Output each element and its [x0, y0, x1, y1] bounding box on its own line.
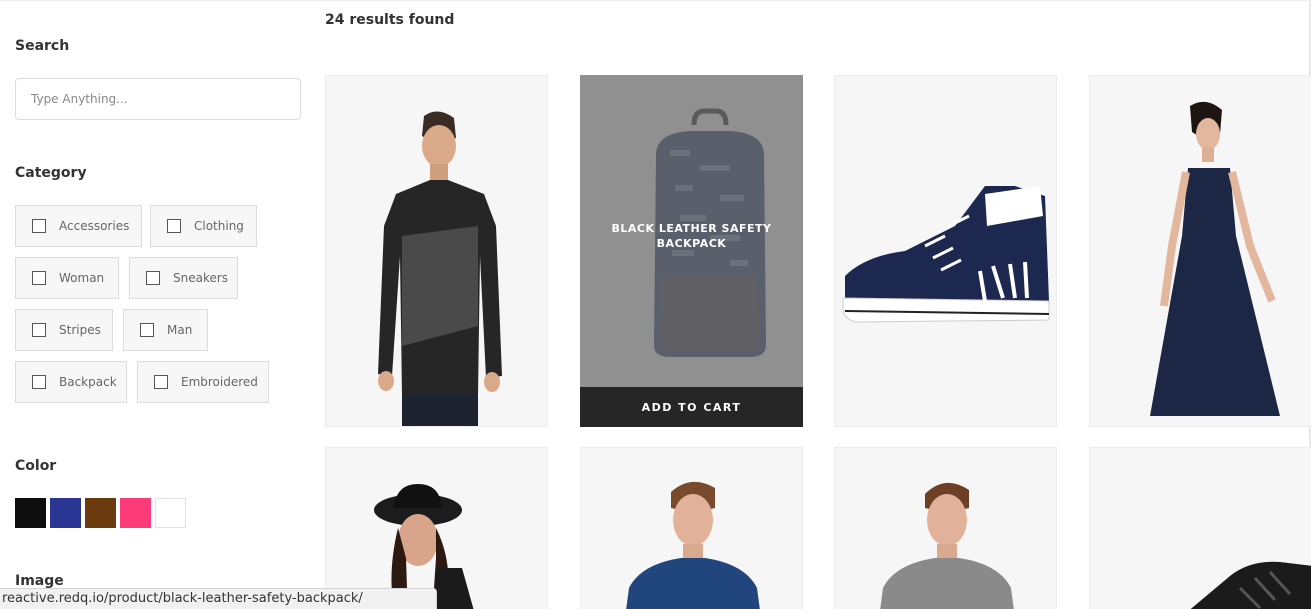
- product-card[interactable]: [325, 447, 548, 609]
- category-label: Embroidered: [181, 375, 258, 389]
- color-title: Color: [15, 458, 57, 474]
- checkbox[interactable]: [32, 323, 46, 337]
- search-input[interactable]: [16, 79, 300, 119]
- category-label: Woman: [59, 271, 105, 285]
- color-swatch-white[interactable]: [155, 498, 186, 528]
- product-image-man-grey-tee: [835, 448, 1056, 609]
- top-border: [0, 0, 1311, 4]
- checkbox[interactable]: [146, 271, 160, 285]
- checkbox[interactable]: [32, 219, 46, 233]
- hover-product-title[interactable]: BLACK LEATHER SAFETY BACKPACK: [600, 221, 783, 251]
- results-count: 24 results found: [325, 12, 455, 28]
- product-image-sneaker: [835, 76, 1056, 426]
- product-card[interactable]: [834, 447, 1057, 609]
- product-image-long-sleeve-tee: [326, 76, 547, 426]
- category-title: Category: [15, 165, 87, 181]
- product-card[interactable]: [1089, 447, 1311, 609]
- color-swatch-black[interactable]: [15, 498, 46, 528]
- category-clothing[interactable]: Clothing: [150, 205, 257, 247]
- product-card[interactable]: [1089, 75, 1311, 427]
- product-card[interactable]: [325, 75, 548, 427]
- category-sneakers[interactable]: Sneakers: [129, 257, 238, 299]
- color-swatch-blue[interactable]: [50, 498, 81, 528]
- search-title: Search: [15, 38, 70, 54]
- category-label: Sneakers: [173, 271, 229, 285]
- add-to-cart-button[interactable]: ADD TO CART: [580, 387, 803, 427]
- checkbox[interactable]: [32, 271, 46, 285]
- category-label: Clothing: [194, 219, 244, 233]
- checkbox[interactable]: [32, 375, 46, 389]
- category-label: Stripes: [59, 323, 101, 337]
- category-backpack[interactable]: Backpack: [15, 361, 127, 403]
- checkbox[interactable]: [167, 219, 181, 233]
- category-embroidered[interactable]: Embroidered: [137, 361, 269, 403]
- product-image-hat-woman: [326, 448, 547, 609]
- category-accessories[interactable]: Accessories: [15, 205, 142, 247]
- category-man[interactable]: Man: [123, 309, 208, 351]
- product-card-hovered[interactable]: BLACK LEATHER SAFETY BACKPACK ADD TO CAR…: [580, 75, 803, 427]
- product-image-man-blue-tee: [581, 448, 802, 609]
- category-stripes[interactable]: Stripes: [15, 309, 113, 351]
- product-card[interactable]: [834, 75, 1057, 427]
- image-title: Image: [15, 573, 64, 589]
- category-label: Man: [167, 323, 193, 337]
- product-image-dress: [1090, 76, 1311, 426]
- category-label: Accessories: [59, 219, 130, 233]
- category-woman[interactable]: Woman: [15, 257, 119, 299]
- category-label: Backpack: [59, 375, 117, 389]
- hover-overlay: [580, 75, 803, 427]
- checkbox[interactable]: [140, 323, 154, 337]
- browser-status-url: reactive.redq.io/product/black-leather-s…: [0, 588, 437, 609]
- product-image-black-sneaker: [1090, 448, 1311, 609]
- color-swatch-pink[interactable]: [120, 498, 151, 528]
- search-box[interactable]: [15, 78, 301, 120]
- color-swatch-brown[interactable]: [85, 498, 116, 528]
- checkbox[interactable]: [154, 375, 168, 389]
- product-card[interactable]: [580, 447, 803, 609]
